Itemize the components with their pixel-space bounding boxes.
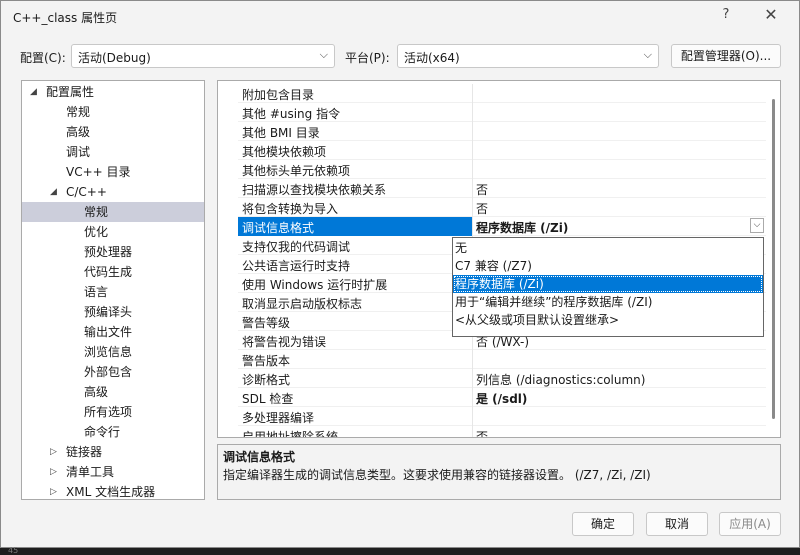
background-editor-strip — [0, 548, 800, 555]
property-pages-dialog: C++_class 属性页 ? ✕ 配置(C): 活动(Debug) ⌵ 平台(… — [0, 0, 800, 548]
config-value: 活动(Debug) — [78, 51, 151, 65]
property-row[interactable]: 其他 BMI 目录 — [238, 122, 766, 141]
cancel-button[interactable]: 取消 — [646, 512, 708, 536]
close-icon[interactable]: ✕ — [761, 5, 781, 24]
tree-item[interactable]: 浏览信息 — [22, 342, 204, 362]
tree-item[interactable]: ▷ XML 文档生成器 — [22, 482, 204, 499]
help-icon[interactable]: ? — [718, 7, 734, 22]
platform-combo[interactable]: 活动(x64) ⌵ — [397, 44, 659, 68]
property-row[interactable]: 附加包含目录 — [238, 84, 766, 103]
apply-button[interactable]: 应用(A) — [719, 512, 781, 536]
property-row[interactable]: 其他标头单元依赖项 — [238, 160, 766, 179]
property-row[interactable]: 诊断格式 列信息 (/diagnostics:column) — [238, 369, 766, 388]
property-row[interactable]: 其他模块依赖项 — [238, 141, 766, 160]
tree-item[interactable]: 预编译头 — [22, 302, 204, 322]
chevron-down-icon[interactable]: ⌵ — [750, 218, 764, 233]
tree-item[interactable]: 代码生成 — [22, 262, 204, 282]
property-row[interactable]: 警告版本 — [238, 350, 766, 369]
tree-item[interactable]: ▷ 链接器 — [22, 442, 204, 462]
tree-item[interactable]: 优化 — [22, 222, 204, 242]
property-row[interactable]: 扫描源以查找模块依赖关系否 — [238, 179, 766, 198]
expand-icon[interactable]: ◢ — [30, 82, 37, 102]
title-bar: C++_class 属性页 ? ✕ — [1, 1, 799, 33]
expand-icon[interactable]: ▷ — [50, 462, 57, 482]
dropdown-option[interactable]: 用于“编辑并继续”的程序数据库 (/ZI) — [453, 293, 763, 311]
tree-item[interactable]: 语言 — [22, 282, 204, 302]
tree-item[interactable]: 外部包含 — [22, 362, 204, 382]
description-panel: 调试信息格式 指定编译器生成的调试信息类型。这要求使用兼容的链接器设置。 (/Z… — [217, 444, 781, 500]
tree-item[interactable]: ▷ 清单工具 — [22, 462, 204, 482]
chevron-down-icon: ⌵ — [643, 48, 652, 61]
dropdown-option-selected[interactable]: 程序数据库 (/Zi) — [453, 275, 763, 293]
config-label: 配置(C): — [20, 51, 66, 65]
tree-item-selected[interactable]: 常规 — [22, 202, 204, 222]
scrollbar-thumb[interactable] — [772, 99, 775, 419]
config-combo[interactable]: 活动(Debug) ⌵ — [71, 44, 335, 68]
description-title: 调试信息格式 — [223, 450, 296, 464]
property-row-selected[interactable]: 调试信息格式 程序数据库 (/Zi) ⌵ — [238, 217, 766, 236]
dropdown-option[interactable]: 无 — [453, 239, 763, 257]
platform-label: 平台(P): — [345, 51, 390, 65]
grid-scrollbar[interactable] — [768, 81, 780, 437]
config-manager-button[interactable]: 配置管理器(O)... — [671, 44, 781, 68]
tree-item[interactable]: 命令行 — [22, 422, 204, 442]
dropdown-option[interactable]: <从父级或项目默认设置继承> — [453, 311, 763, 329]
tree-item[interactable]: 调试 — [22, 142, 204, 162]
tree-item[interactable]: ◢ C/C++ — [22, 182, 204, 202]
tree-item[interactable]: 预处理器 — [22, 242, 204, 262]
tree-item[interactable]: 高级 — [22, 122, 204, 142]
tree-item[interactable]: 输出文件 — [22, 322, 204, 342]
line-number: 45 — [8, 546, 19, 555]
property-row[interactable]: 其他 #using 指令 — [238, 103, 766, 122]
property-row[interactable]: 多处理器编译 — [238, 407, 766, 426]
debug-format-dropdown-list[interactable]: 无 C7 兼容 (/Z7) 程序数据库 (/Zi) 用于“编辑并继续”的程序数据… — [452, 237, 764, 337]
tree-item[interactable]: 高级 — [22, 382, 204, 402]
ok-button[interactable]: 确定 — [572, 512, 634, 536]
platform-value: 活动(x64) — [404, 51, 460, 65]
property-row[interactable]: 启用地址擦除系统否 — [238, 426, 766, 437]
tree-item[interactable]: VC++ 目录 — [22, 162, 204, 182]
property-row[interactable]: 将包含转换为导入否 — [238, 198, 766, 217]
tree-item[interactable]: ◢ 配置属性 — [22, 82, 204, 102]
settings-tree[interactable]: ◢ 配置属性 常规 高级 调试 VC++ 目录 ◢ C/C++ 常规 优化 预处理器… — [21, 80, 205, 500]
expand-icon[interactable]: ▷ — [50, 442, 57, 462]
tree-item[interactable]: 常规 — [22, 102, 204, 122]
chevron-down-icon: ⌵ — [319, 48, 328, 61]
property-row[interactable]: SDL 检查是 (/sdl) — [238, 388, 766, 407]
expand-icon[interactable]: ▷ — [50, 482, 57, 499]
description-text: 指定编译器生成的调试信息类型。这要求使用兼容的链接器设置。 (/Z7, /Zi,… — [223, 468, 651, 482]
window-title: C++_class 属性页 — [13, 11, 118, 25]
tree-item[interactable]: 所有选项 — [22, 402, 204, 422]
dropdown-option[interactable]: C7 兼容 (/Z7) — [453, 257, 763, 275]
expand-icon[interactable]: ◢ — [50, 182, 57, 202]
